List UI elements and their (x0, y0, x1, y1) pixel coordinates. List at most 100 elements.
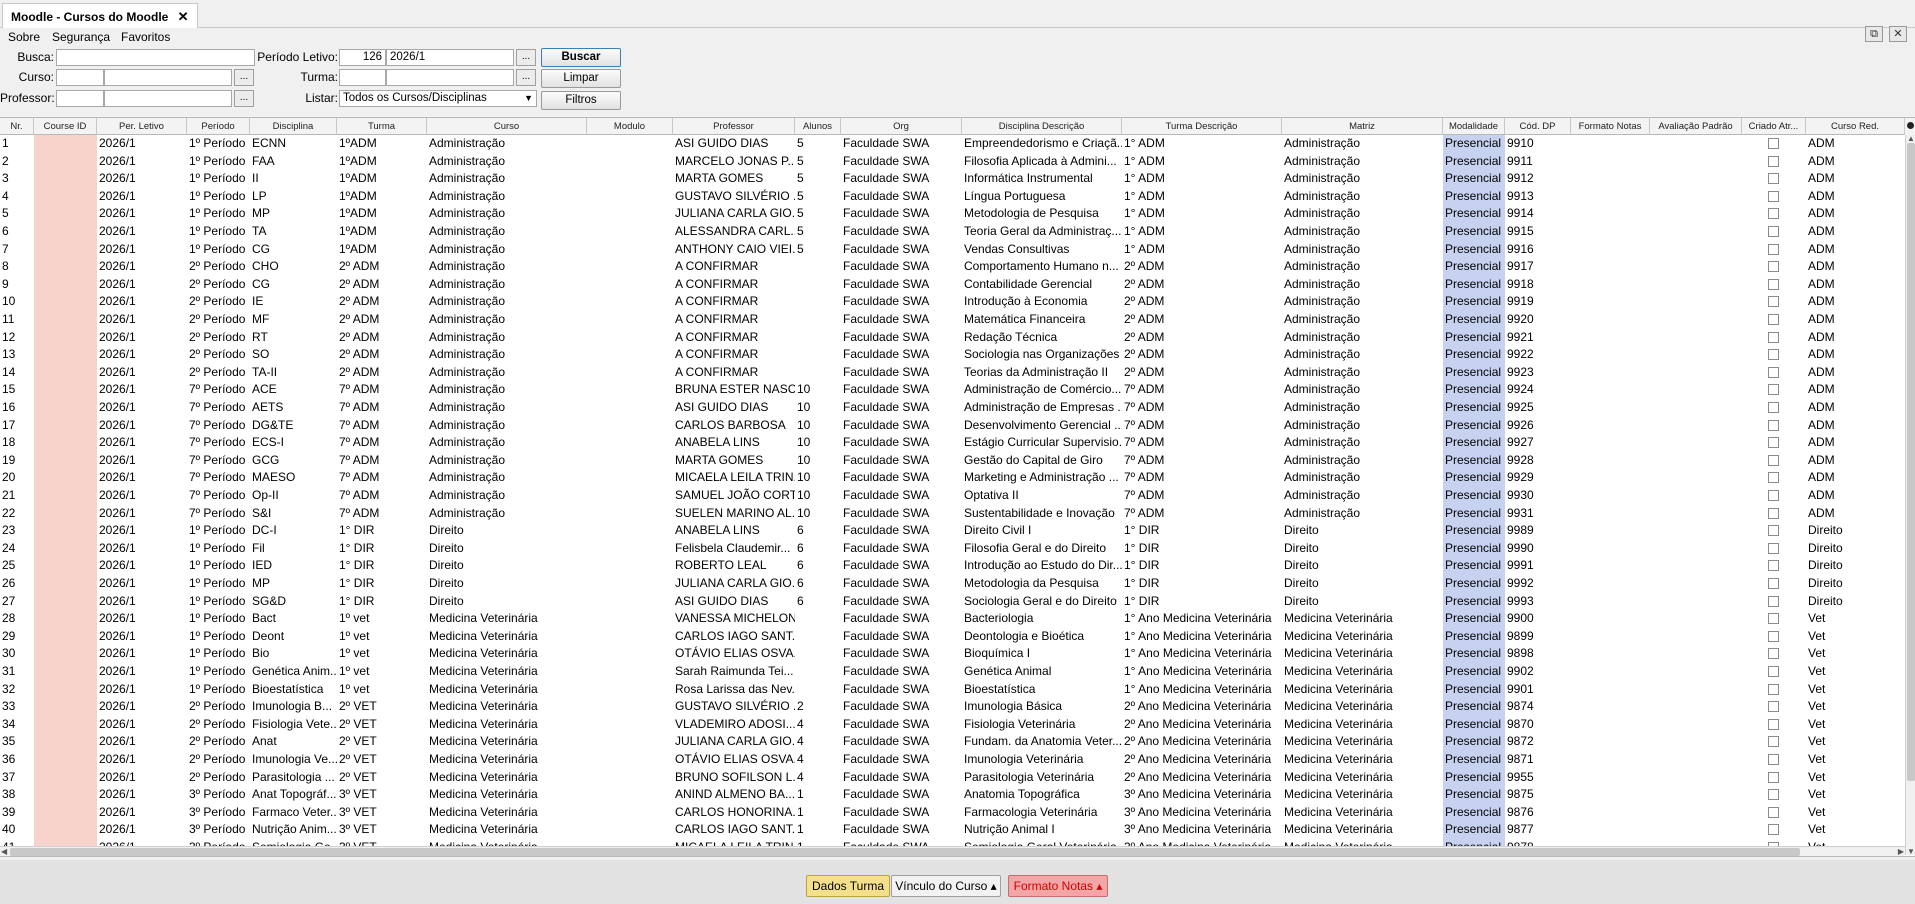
column-header-nr[interactable]: Nr. (0, 118, 34, 135)
table-row[interactable]: 30 2026/1 1º Período Bio 1º vet Medicina Vete… (0, 645, 1905, 663)
criado-checkbox[interactable] (1768, 472, 1779, 484)
menu-sobre[interactable]: Sobre (8, 30, 40, 44)
scroll-left-icon[interactable]: ◀ (1, 847, 7, 856)
table-row[interactable]: 8 2026/1 2º Período CHO 2º ADM Administração A… (0, 258, 1905, 276)
formato-notas-button[interactable]: Formato Notas ▴ (1008, 875, 1108, 897)
criado-checkbox[interactable] (1768, 349, 1779, 361)
curso-name-input[interactable] (104, 69, 232, 86)
column-header-modulo[interactable]: Modulo (587, 118, 673, 135)
menu-favoritos[interactable]: Favoritos (121, 30, 170, 44)
dados-turma-button[interactable]: Dados Turma (806, 875, 890, 897)
column-header-per-letivo[interactable]: Per. Letivo (97, 118, 187, 135)
column-header-matriz[interactable]: Matriz (1282, 118, 1443, 135)
criado-checkbox[interactable] (1768, 630, 1779, 642)
buscar-button[interactable]: Buscar (541, 48, 621, 67)
column-header-disciplina-descricao[interactable]: Disciplina Descrição (962, 118, 1122, 135)
table-row[interactable]: 2 2026/1 1º Período FAA 1ºADM Administração MA… (0, 152, 1905, 171)
window-tab[interactable]: Moodle - Cursos do Moodle ✕ (2, 3, 198, 28)
table-row[interactable]: 24 2026/1 1º Período Fil 1° DIR Direito Felisb… (0, 539, 1905, 558)
periodo-code-input[interactable]: 126 (339, 49, 386, 66)
table-row[interactable]: 15 2026/1 7º Período ACE 7º ADM Administração… (0, 381, 1905, 399)
table-row[interactable]: 5 2026/1 1º Período MP 1ºADM Administração JUL… (0, 205, 1905, 223)
criado-checkbox[interactable] (1768, 736, 1779, 748)
busca-input[interactable] (56, 49, 255, 66)
column-chooser-icon[interactable] (1905, 118, 1915, 135)
table-row[interactable]: 34 2026/1 2º Período Fisiologia Vete... 2º V… (0, 715, 1905, 734)
table-row[interactable]: 13 2026/1 2º Período SO 2º ADM Administração A… (0, 346, 1905, 364)
criado-checkbox[interactable] (1768, 824, 1779, 836)
table-row[interactable]: 26 2026/1 1º Período MP 1° DIR Direito JULIANA… (0, 575, 1905, 593)
criado-checkbox[interactable] (1768, 296, 1779, 308)
table-row[interactable]: 10 2026/1 2º Período IE 2º ADM Administração A… (0, 293, 1905, 311)
criado-checkbox[interactable] (1768, 173, 1779, 185)
table-row[interactable]: 40 2026/1 3º Período Nutrição Anim... 3º VET… (0, 821, 1905, 839)
criado-checkbox[interactable] (1768, 419, 1779, 431)
table-row[interactable]: 35 2026/1 2º Período Anat 2º VET Medicina Vet… (0, 733, 1905, 751)
periodo-name-input[interactable]: 2026/1 (386, 49, 514, 66)
criado-checkbox[interactable] (1768, 314, 1779, 325)
horizontal-scrollbar[interactable]: ◀ ▶ (0, 846, 1905, 856)
table-row[interactable]: 14 2026/1 2º Período TA-II 2º ADM Administraç… (0, 363, 1905, 382)
vinculo-curso-button[interactable]: Vínculo do Curso ▴ (891, 875, 1001, 897)
criado-checkbox[interactable] (1768, 683, 1779, 695)
criado-checkbox[interactable] (1768, 155, 1779, 167)
table-row[interactable]: 21 2026/1 7º Período Op-II 7º ADM Administraç… (0, 487, 1905, 505)
table-row[interactable]: 3 2026/1 1º Período II 1ºADM Administração MAR… (0, 170, 1905, 188)
table-row[interactable]: 25 2026/1 1º Período IED 1° DIR Direito ROBERT… (0, 557, 1905, 575)
turma-code-input[interactable] (339, 69, 386, 86)
curso-lookup-button[interactable]: ... (234, 69, 254, 86)
column-header-criado-atr[interactable]: Criado Atr... (1742, 118, 1806, 135)
criado-checkbox[interactable] (1768, 366, 1779, 378)
column-header-formato-notas[interactable]: Formato Notas (1571, 118, 1650, 135)
menu-seguranca[interactable]: Segurança (52, 30, 110, 44)
table-row[interactable]: 32 2026/1 1º Período Bioestatística 1º vet Me… (0, 680, 1905, 699)
table-row[interactable]: 27 2026/1 1º Período SG&D 1° DIR Direito ASI G… (0, 592, 1905, 611)
criado-checkbox[interactable] (1768, 437, 1779, 449)
column-header-turma[interactable]: Turma (337, 118, 427, 135)
criado-checkbox[interactable] (1768, 507, 1779, 519)
table-row[interactable]: 7 2026/1 1º Período CG 1ºADM Administração ANT… (0, 240, 1905, 259)
turma-lookup-button[interactable]: ... (516, 69, 536, 86)
table-row[interactable]: 38 2026/1 3º Período Anat Topográf... 3º VET… (0, 786, 1905, 804)
periodo-lookup-button[interactable]: ... (516, 49, 536, 66)
table-row[interactable]: 39 2026/1 3º Período Farmaco Veter... 3º VET… (0, 803, 1905, 822)
table-row[interactable]: 6 2026/1 1º Período TA 1ºADM Administração ALE… (0, 223, 1905, 241)
criado-checkbox[interactable] (1768, 718, 1779, 730)
criado-checkbox[interactable] (1768, 331, 1779, 343)
table-row[interactable]: 19 2026/1 7º Período GCG 7º ADM Administração… (0, 451, 1905, 470)
criado-checkbox[interactable] (1768, 648, 1779, 660)
table-row[interactable]: 20 2026/1 7º Período MAESO 7º ADM Administraç… (0, 469, 1905, 487)
filtros-button[interactable]: Filtros (541, 91, 621, 110)
scroll-down-icon[interactable]: ▼ (1907, 847, 1915, 856)
criado-checkbox[interactable] (1768, 261, 1779, 273)
criado-checkbox[interactable] (1768, 208, 1779, 220)
table-row[interactable]: 18 2026/1 7º Período ECS-I 7º ADM Administraç… (0, 434, 1905, 452)
criado-checkbox[interactable] (1768, 701, 1779, 713)
criado-checkbox[interactable] (1768, 402, 1779, 413)
criado-checkbox[interactable] (1768, 789, 1779, 801)
criado-checkbox[interactable] (1768, 190, 1779, 202)
listar-select[interactable]: Todos os Cursos/Disciplinas ▼ (339, 90, 537, 107)
column-header-alunos[interactable]: Alunos (795, 118, 841, 135)
column-header-curso[interactable]: Curso (427, 118, 587, 135)
criado-checkbox[interactable] (1768, 490, 1779, 501)
column-header-avaliacao-padrao[interactable]: Avaliação Padrão (1650, 118, 1742, 135)
table-row[interactable]: 9 2026/1 2º Período CG 2º ADM Administração A … (0, 275, 1905, 294)
column-header-org[interactable]: Org (841, 118, 962, 135)
criado-checkbox[interactable] (1768, 138, 1779, 149)
table-row[interactable]: 22 2026/1 7º Período S&I 7º ADM Administração… (0, 504, 1905, 523)
table-row[interactable]: 33 2026/1 2º Período Imunologia B... 2º VET… (0, 698, 1905, 716)
professor-name-input[interactable] (104, 90, 232, 107)
column-header-modalidade[interactable]: Modalidade (1443, 118, 1505, 135)
scroll-up-icon[interactable]: ▲ (1907, 134, 1915, 143)
column-header-cod-dp[interactable]: Cód. DP (1505, 118, 1571, 135)
criado-checkbox[interactable] (1768, 754, 1779, 765)
limpar-button[interactable]: Limpar (541, 69, 621, 88)
scroll-right-icon[interactable]: ▶ (1898, 847, 1904, 856)
criado-checkbox[interactable] (1768, 454, 1779, 466)
column-header-professor[interactable]: Professor (673, 118, 795, 135)
curso-code-input[interactable] (56, 69, 104, 86)
criado-checkbox[interactable] (1768, 806, 1779, 818)
vertical-scroll-thumb[interactable] (1907, 143, 1915, 781)
table-row[interactable]: 12 2026/1 2º Período RT 2º ADM Administração A… (0, 328, 1905, 347)
